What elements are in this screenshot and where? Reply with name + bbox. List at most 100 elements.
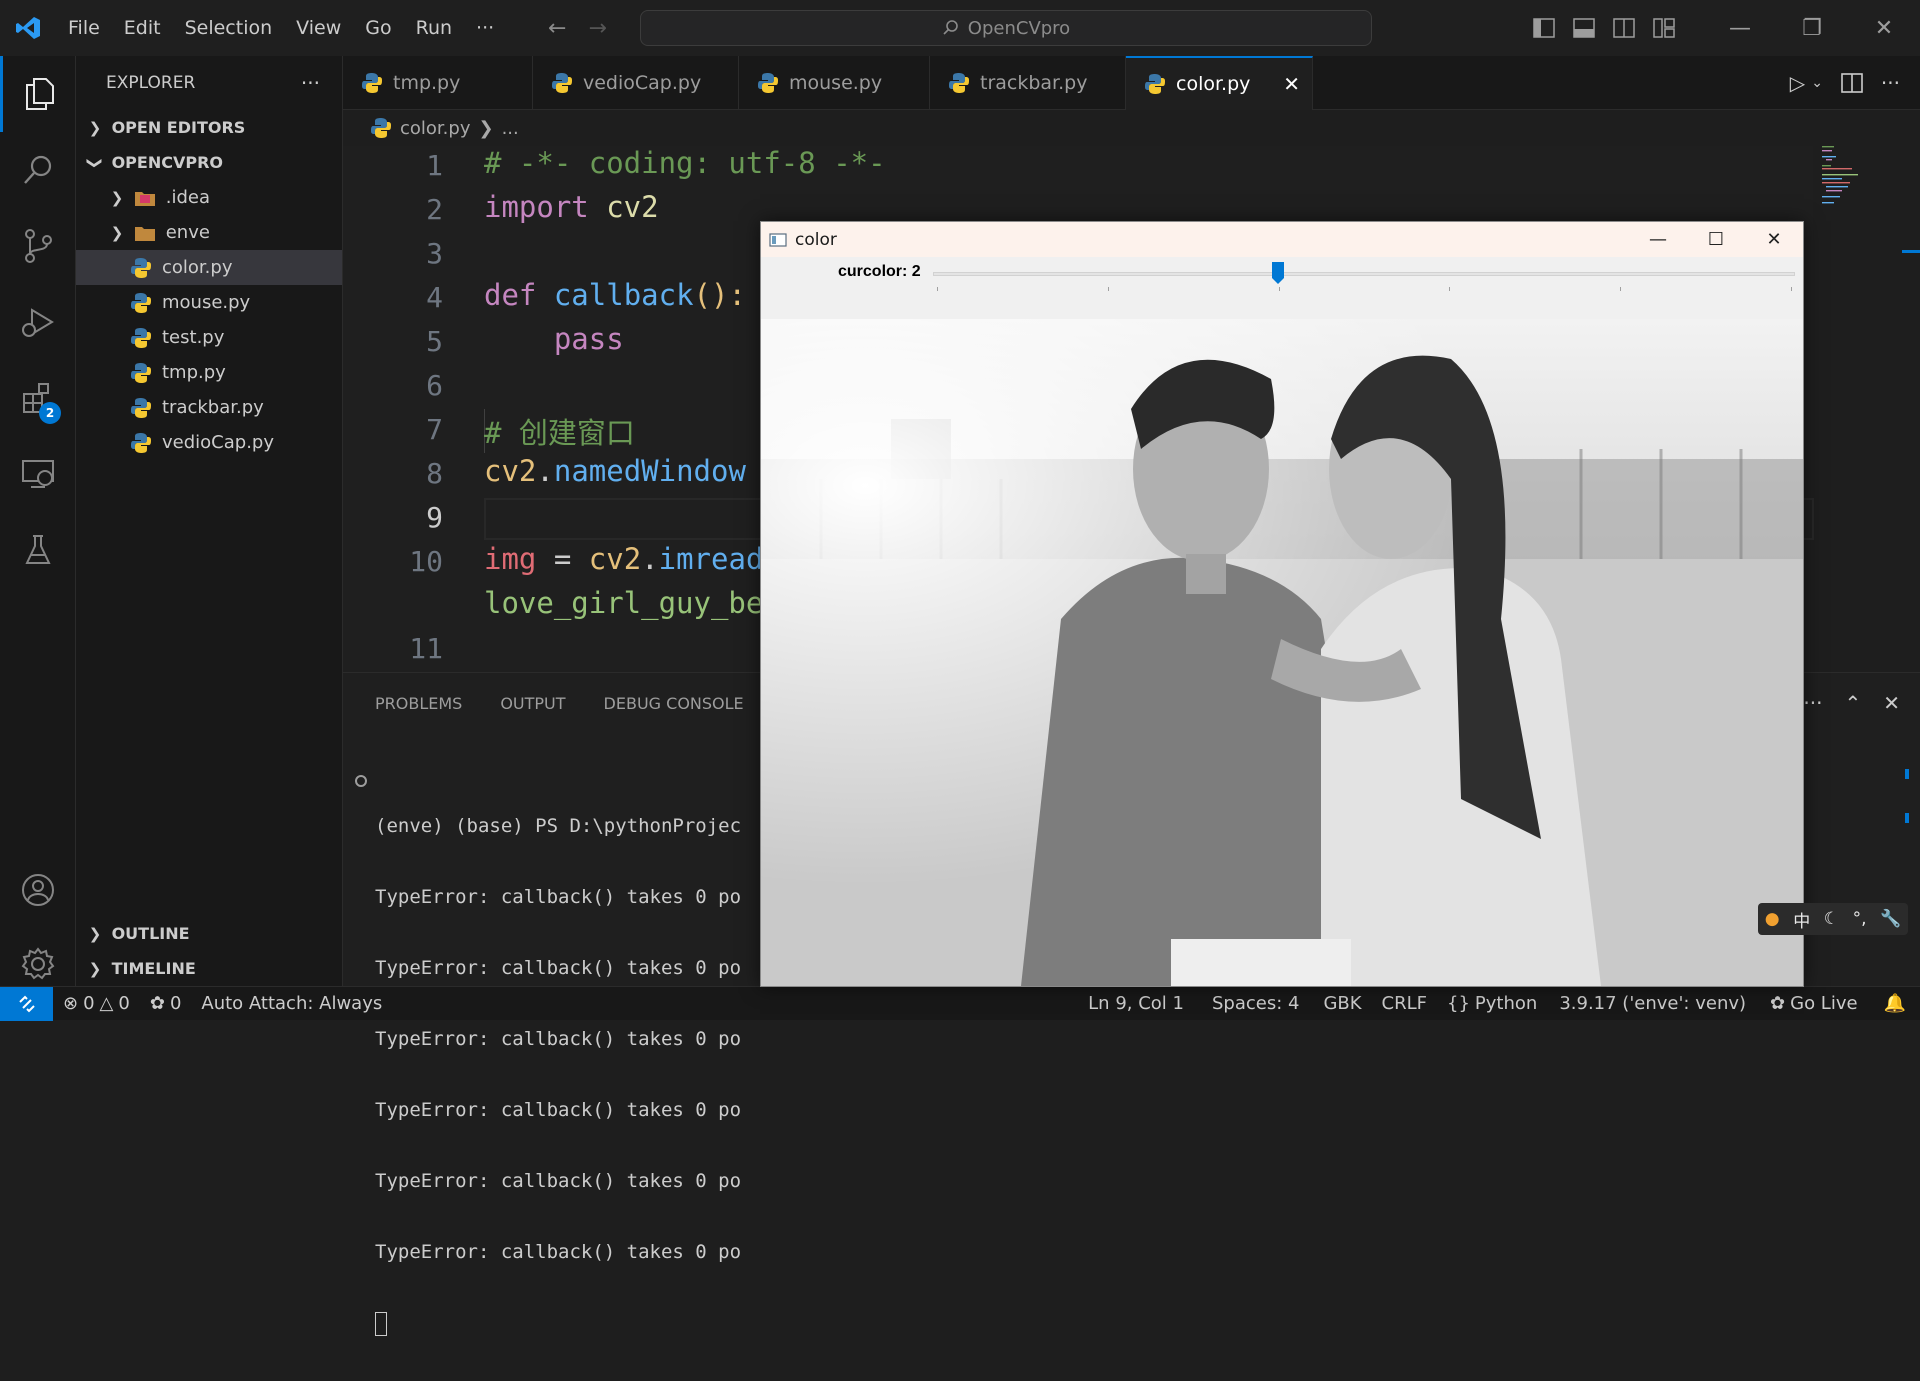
remote-explorer-icon[interactable] <box>0 436 76 512</box>
open-editors-label: OPEN EDITORS <box>111 118 246 137</box>
menu-edit[interactable]: Edit <box>112 0 173 56</box>
notifications-bell-icon[interactable]: 🔔 <box>1870 993 1920 1014</box>
code-line-5: pass <box>484 322 624 356</box>
opencv-window[interactable]: color — ☐ ✕ curcolor: 2 <box>760 221 1804 987</box>
tab-label: mouse.py <box>789 72 883 94</box>
timeline-section[interactable]: ❯ TIMELINE <box>76 951 343 986</box>
terminal-scroll-marker <box>1905 813 1909 823</box>
menu-file[interactable]: File <box>56 0 112 56</box>
search-icon[interactable] <box>0 132 76 208</box>
tab-debug-console[interactable]: DEBUG CONSOLE <box>604 694 744 713</box>
opencv-titlebar[interactable]: color — ☐ ✕ <box>761 222 1803 257</box>
extensions-badge: 2 <box>39 402 61 424</box>
tree-file-tmp[interactable]: tmp.py <box>76 355 342 390</box>
object-name: cv2 <box>588 542 642 576</box>
tab-problems[interactable]: PROBLEMS <box>375 694 462 713</box>
indentation[interactable]: Spaces: 4 <box>1198 993 1313 1014</box>
breadcrumb-separator-icon: ❯ <box>478 117 494 139</box>
explorer-more-actions-icon[interactable]: ··· <box>301 71 320 95</box>
terminal-command-status-icon[interactable] <box>355 775 367 787</box>
opencv-minimize-icon[interactable]: — <box>1629 222 1687 257</box>
toggle-panel-icon[interactable] <box>1564 0 1604 56</box>
wrench-icon[interactable]: 🔧 <box>1880 909 1901 929</box>
scrollbar-marker <box>1902 250 1920 253</box>
explorer-icon[interactable] <box>0 56 76 132</box>
python-file-icon <box>131 397 151 418</box>
ports-status[interactable]: ✿ 0 <box>140 993 192 1014</box>
tree-file-mouse[interactable]: mouse.py <box>76 285 342 320</box>
menu-more[interactable]: ··· <box>464 0 506 56</box>
run-debug-icon[interactable] <box>0 284 76 360</box>
close-panel-icon[interactable]: ✕ <box>1883 691 1900 715</box>
menu-selection[interactable]: Selection <box>173 0 285 56</box>
vscode-logo-icon[interactable] <box>0 0 56 56</box>
project-section[interactable]: ❯ OPENCVPRO <box>76 145 342 180</box>
tree-folder-enve[interactable]: ❯ enve <box>76 215 342 250</box>
trackbar-tick <box>937 287 938 291</box>
extensions-icon[interactable]: 2 <box>0 360 76 436</box>
tree-file-vediocap[interactable]: vedioCap.py <box>76 425 342 460</box>
testing-icon[interactable] <box>0 512 76 588</box>
editor-more-actions-icon[interactable]: ··· <box>1881 71 1900 95</box>
close-tab-icon[interactable]: ✕ <box>1283 72 1300 96</box>
accounts-icon[interactable] <box>0 852 76 928</box>
title-bar: File Edit Selection View Go Run ··· ← → … <box>0 0 1920 56</box>
menu-run[interactable]: Run <box>404 0 464 56</box>
toggle-secondary-sidebar-icon[interactable] <box>1604 0 1644 56</box>
tab-tmp[interactable]: tmp.py <box>343 56 533 110</box>
punctuation-icon[interactable]: °, <box>1853 909 1867 929</box>
tab-mouse[interactable]: mouse.py <box>739 56 930 110</box>
menu-go[interactable]: Go <box>353 0 403 56</box>
cursor-position[interactable]: Ln 9, Col 1 <box>1074 993 1198 1014</box>
source-control-icon[interactable] <box>0 208 76 284</box>
close-window-icon[interactable]: ✕ <box>1848 0 1920 56</box>
end-of-line[interactable]: CRLF <box>1372 993 1437 1014</box>
breadcrumb-rest[interactable]: ... <box>502 118 519 139</box>
tree-file-color[interactable]: color.py <box>76 250 342 285</box>
python-file-icon <box>362 73 382 93</box>
tab-trackbar[interactable]: trackbar.py <box>930 56 1126 110</box>
ime-toolbar[interactable]: ● 中 ☾ °, 🔧 <box>1758 903 1908 935</box>
forward-arrow-icon[interactable]: → <box>588 16 606 41</box>
customize-layout-icon[interactable] <box>1644 0 1684 56</box>
language-mode[interactable]: {} Python <box>1437 993 1547 1014</box>
tree-folder-idea[interactable]: ❯ .idea <box>76 180 342 215</box>
open-editors-section[interactable]: ❯ OPEN EDITORS <box>76 110 342 145</box>
panel-more-icon[interactable]: ··· <box>1803 691 1822 715</box>
problems-status[interactable]: ⊗ 0 △ 0 <box>53 993 140 1014</box>
opencv-maximize-icon[interactable]: ☐ <box>1687 222 1745 257</box>
go-live-button[interactable]: ✿ Go Live <box>1758 993 1870 1014</box>
outline-section[interactable]: ❯ OUTLINE <box>76 916 343 951</box>
run-dropdown-chevron-icon[interactable]: ⌄ <box>1811 75 1823 91</box>
opencv-close-icon[interactable]: ✕ <box>1745 222 1803 257</box>
terminal-line: (enve) (base) PS D:\pythonProjec <box>375 815 742 837</box>
tree-file-trackbar[interactable]: trackbar.py <box>76 390 342 425</box>
ime-language[interactable]: 中 <box>1793 907 1810 932</box>
error-count: 0 <box>83 993 95 1014</box>
toggle-primary-sidebar-icon[interactable] <box>1524 0 1564 56</box>
tab-color[interactable]: color.py ✕ <box>1126 56 1313 110</box>
trackbar-rail[interactable] <box>933 272 1795 276</box>
terminal-output[interactable]: (enve) (base) PS D:\pythonProjec TypeErr… <box>375 769 741 1381</box>
trackbar-thumb[interactable] <box>1271 261 1285 285</box>
maximize-panel-chevron-up-icon[interactable]: ⌃ <box>1844 691 1861 715</box>
tree-file-test[interactable]: test.py <box>76 320 342 355</box>
tab-label: vedioCap.py <box>583 72 702 94</box>
encoding[interactable]: GBK <box>1313 993 1371 1014</box>
tab-output[interactable]: OUTPUT <box>500 694 565 713</box>
restore-icon[interactable]: ❐ <box>1776 0 1848 56</box>
auto-attach-status[interactable]: Auto Attach: Always <box>191 993 392 1014</box>
breadcrumb-file[interactable]: color.py <box>400 118 470 139</box>
tab-vediocap[interactable]: vedioCap.py <box>533 56 739 110</box>
run-python-icon[interactable]: ▷ <box>1790 71 1805 95</box>
remote-indicator-icon[interactable] <box>0 986 53 1021</box>
minimize-icon[interactable]: — <box>1704 0 1776 56</box>
split-editor-icon[interactable] <box>1841 73 1863 93</box>
back-arrow-icon[interactable]: ← <box>548 16 566 41</box>
menu-view[interactable]: View <box>284 0 353 56</box>
command-center-search[interactable]: OpenCVpro <box>640 10 1372 46</box>
moon-icon[interactable]: ☾ <box>1824 909 1839 929</box>
line-number: 1 <box>426 149 443 182</box>
minimap[interactable] <box>1818 144 1858 214</box>
python-interpreter[interactable]: 3.9.17 ('enve': venv) <box>1547 993 1758 1014</box>
